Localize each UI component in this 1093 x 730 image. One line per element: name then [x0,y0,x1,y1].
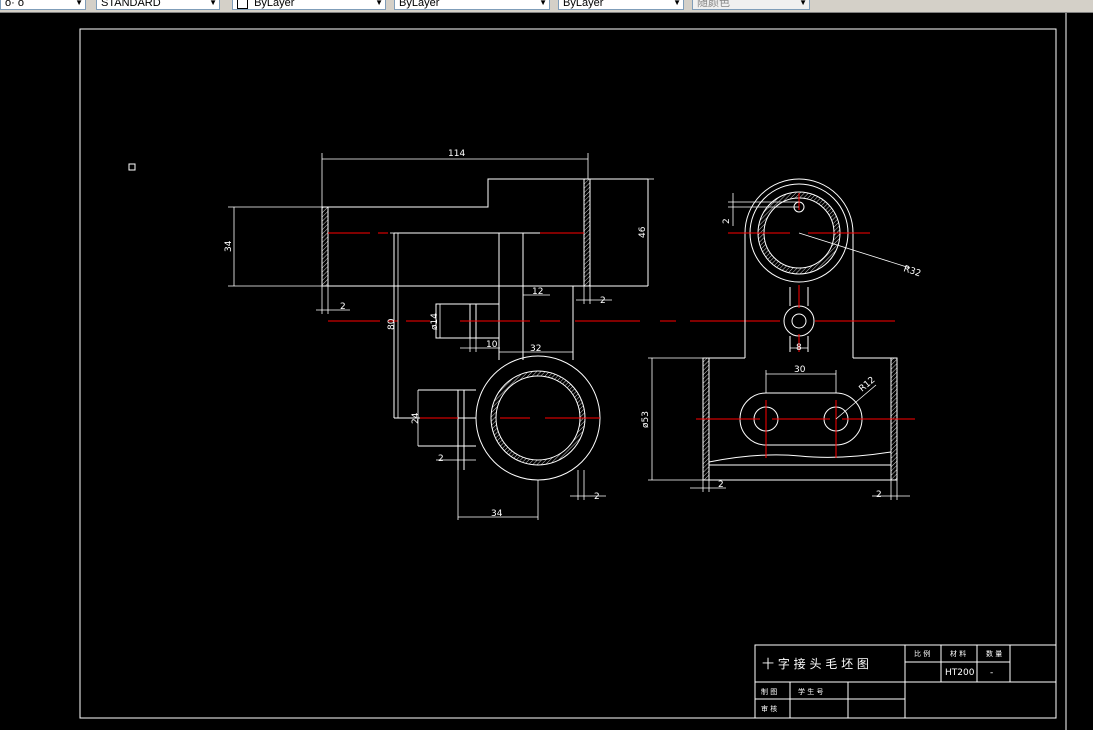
lineweight-combo[interactable]: ByLayer ▼ [558,0,684,10]
title-block-texts: 十 字 接 头 毛 坯 图 比 例 材 料 数 量 HT200 - 制 图 学 … [761,649,1002,713]
text-style-combo[interactable]: STANDARD ▼ [96,0,220,10]
header-ratio: 比 例 [914,649,930,658]
drawing-canvas[interactable]: 114 34 46 2 2 12 80 ø14 10 32 24 2 2 34 … [0,13,1093,730]
dim-53: ø53 [641,411,651,428]
linetype-combo[interactable]: ByLayer ▼ [394,0,550,10]
dim-2-top: 2 [722,218,732,224]
right-view [702,178,898,481]
dim-r32: R32 [902,264,922,279]
properties-toolbar: o· o ▼ STANDARD ▼ ByLayer ▼ ByLayer ▼ By… [0,0,1093,13]
lineweight-value: ByLayer [563,0,604,9]
dim-32: 32 [530,344,541,354]
chevron-down-icon[interactable]: ▼ [209,0,217,9]
dim-r12: R12 [858,375,878,394]
dim-2-a: 2 [340,302,346,312]
qty-value: - [990,668,993,678]
drawing-title: 十 字 接 头 毛 坯 图 [762,656,869,671]
plotstyle-combo[interactable]: 随颜色 ▼ [692,0,810,10]
first-combo-value: o· o [5,0,24,9]
dim-34-bottom: 34 [491,509,503,519]
material-value: HT200 [945,668,975,678]
left-view [321,178,649,481]
chevron-down-icon[interactable]: ▼ [75,0,83,9]
chevron-down-icon[interactable]: ▼ [799,0,807,9]
row-review: 审 核 [761,704,777,713]
header-qty: 数 量 [986,649,1002,658]
text-style-value: STANDARD [101,0,161,9]
title-block [754,644,1057,719]
chevron-down-icon[interactable]: ▼ [539,0,547,9]
first-combo[interactable]: o· o ▼ [0,0,86,10]
color-value: ByLayer [254,0,295,9]
dim-34-left: 34 [224,240,234,252]
chevron-down-icon[interactable]: ▼ [673,0,681,9]
dim-30: 30 [794,365,806,375]
dim-46: 46 [638,226,648,238]
chevron-down-icon[interactable]: ▼ [375,0,383,9]
dim-2-e: 2 [718,480,724,490]
drawing-border [79,28,1057,719]
dim-8: 8 [796,343,802,353]
dim-12: 12 [532,287,543,297]
dim-2-f: 2 [876,490,882,500]
dim-14: ø14 [430,313,440,330]
dim-10: 10 [486,340,498,350]
dim-24: 24 [411,412,421,424]
dim-2-d: 2 [594,492,600,502]
row-design: 制 图 [761,687,777,696]
dim-114: 114 [448,149,465,159]
dim-2-b: 2 [600,296,606,306]
color-swatch-icon [237,0,248,9]
row-student-id: 学 生 号 [798,687,823,696]
linetype-value: ByLayer [399,0,440,9]
header-material: 材 料 [950,649,966,658]
color-combo[interactable]: ByLayer ▼ [232,0,386,10]
ucs-marker [128,163,136,171]
dim-2-c: 2 [438,454,444,464]
dim-80: 80 [387,318,397,330]
plotstyle-value: 随颜色 [697,0,730,9]
